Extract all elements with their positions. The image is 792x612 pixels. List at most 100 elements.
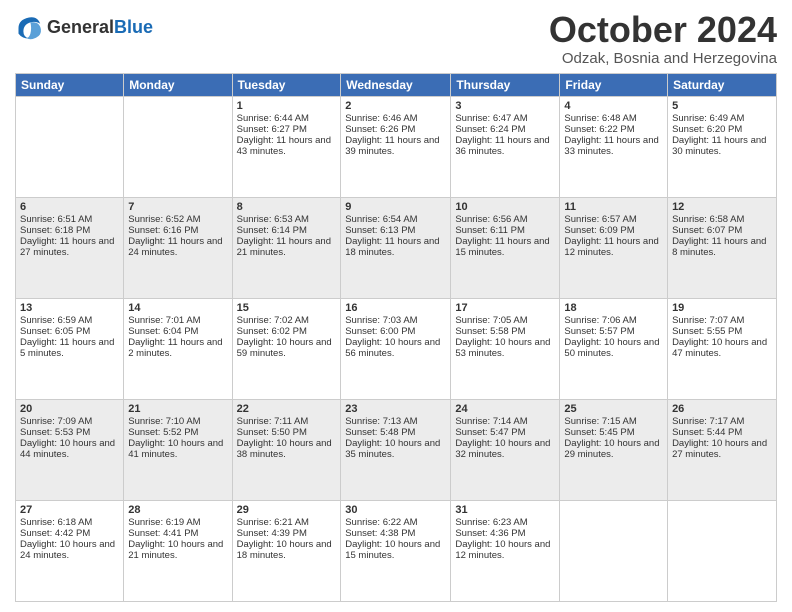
sunrise: Sunrise: 7:02 AM xyxy=(237,315,309,326)
sunrise: Sunrise: 6:56 AM xyxy=(455,214,527,225)
sunrise: Sunrise: 7:14 AM xyxy=(455,416,527,427)
calendar-cell: 9Sunrise: 6:54 AMSunset: 6:13 PMDaylight… xyxy=(341,197,451,298)
daylight: Daylight: 10 hours and 21 minutes. xyxy=(128,539,223,561)
day-number: 22 xyxy=(237,403,337,415)
calendar-cell: 5Sunrise: 6:49 AMSunset: 6:20 PMDaylight… xyxy=(668,96,777,197)
sunrise: Sunrise: 7:01 AM xyxy=(128,315,200,326)
day-number: 21 xyxy=(128,403,227,415)
daylight: Daylight: 10 hours and 32 minutes. xyxy=(455,438,550,460)
daylight: Daylight: 10 hours and 18 minutes. xyxy=(237,539,332,561)
day-number: 9 xyxy=(345,201,446,213)
daylight: Daylight: 11 hours and 8 minutes. xyxy=(672,236,766,258)
day-number: 1 xyxy=(237,100,337,112)
sunset: Sunset: 5:48 PM xyxy=(345,427,415,438)
col-wednesday: Wednesday xyxy=(341,73,451,96)
sunset: Sunset: 5:52 PM xyxy=(128,427,198,438)
sunset: Sunset: 6:05 PM xyxy=(20,326,90,337)
day-number: 25 xyxy=(564,403,663,415)
daylight: Daylight: 11 hours and 15 minutes. xyxy=(455,236,549,258)
daylight: Daylight: 10 hours and 27 minutes. xyxy=(672,438,767,460)
sunset: Sunset: 6:27 PM xyxy=(237,124,307,135)
calendar-week-1: 1Sunrise: 6:44 AMSunset: 6:27 PMDaylight… xyxy=(16,96,777,197)
calendar-cell: 25Sunrise: 7:15 AMSunset: 5:45 PMDayligh… xyxy=(560,399,668,500)
day-number: 7 xyxy=(128,201,227,213)
calendar-cell: 16Sunrise: 7:03 AMSunset: 6:00 PMDayligh… xyxy=(341,298,451,399)
sunset: Sunset: 6:04 PM xyxy=(128,326,198,337)
sunrise: Sunrise: 7:17 AM xyxy=(672,416,744,427)
daylight: Daylight: 10 hours and 53 minutes. xyxy=(455,337,550,359)
calendar-cell: 28Sunrise: 6:19 AMSunset: 4:41 PMDayligh… xyxy=(124,500,232,601)
day-number: 15 xyxy=(237,302,337,314)
col-tuesday: Tuesday xyxy=(232,73,341,96)
calendar-cell: 23Sunrise: 7:13 AMSunset: 5:48 PMDayligh… xyxy=(341,399,451,500)
sunrise: Sunrise: 6:47 AM xyxy=(455,113,527,124)
day-number: 18 xyxy=(564,302,663,314)
sunset: Sunset: 5:45 PM xyxy=(564,427,634,438)
sunrise: Sunrise: 6:19 AM xyxy=(128,517,200,528)
daylight: Daylight: 10 hours and 50 minutes. xyxy=(564,337,659,359)
sunset: Sunset: 5:44 PM xyxy=(672,427,742,438)
daylight: Daylight: 11 hours and 2 minutes. xyxy=(128,337,222,359)
day-number: 31 xyxy=(455,504,555,516)
calendar-cell: 29Sunrise: 6:21 AMSunset: 4:39 PMDayligh… xyxy=(232,500,341,601)
day-number: 13 xyxy=(20,302,119,314)
logo-icon xyxy=(15,14,43,42)
daylight: Daylight: 10 hours and 47 minutes. xyxy=(672,337,767,359)
daylight: Daylight: 10 hours and 29 minutes. xyxy=(564,438,659,460)
day-number: 20 xyxy=(20,403,119,415)
day-number: 19 xyxy=(672,302,772,314)
sunrise: Sunrise: 6:48 AM xyxy=(564,113,636,124)
day-number: 23 xyxy=(345,403,446,415)
daylight: Daylight: 10 hours and 15 minutes. xyxy=(345,539,440,561)
sunrise: Sunrise: 7:07 AM xyxy=(672,315,744,326)
col-friday: Friday xyxy=(560,73,668,96)
calendar-table: Sunday Monday Tuesday Wednesday Thursday… xyxy=(15,73,777,602)
sunset: Sunset: 6:11 PM xyxy=(455,225,525,236)
calendar-week-5: 27Sunrise: 6:18 AMSunset: 4:42 PMDayligh… xyxy=(16,500,777,601)
sunrise: Sunrise: 7:13 AM xyxy=(345,416,417,427)
calendar-cell: 8Sunrise: 6:53 AMSunset: 6:14 PMDaylight… xyxy=(232,197,341,298)
sunrise: Sunrise: 6:59 AM xyxy=(20,315,92,326)
col-saturday: Saturday xyxy=(668,73,777,96)
sunrise: Sunrise: 6:53 AM xyxy=(237,214,309,225)
sunrise: Sunrise: 6:51 AM xyxy=(20,214,92,225)
daylight: Daylight: 10 hours and 24 minutes. xyxy=(20,539,115,561)
calendar-cell: 4Sunrise: 6:48 AMSunset: 6:22 PMDaylight… xyxy=(560,96,668,197)
sunset: Sunset: 6:20 PM xyxy=(672,124,742,135)
calendar-cell: 7Sunrise: 6:52 AMSunset: 6:16 PMDaylight… xyxy=(124,197,232,298)
day-number: 10 xyxy=(455,201,555,213)
sunset: Sunset: 6:14 PM xyxy=(237,225,307,236)
logo-general: General xyxy=(47,17,114,37)
day-number: 24 xyxy=(455,403,555,415)
header-row: Sunday Monday Tuesday Wednesday Thursday… xyxy=(16,73,777,96)
day-number: 3 xyxy=(455,100,555,112)
col-monday: Monday xyxy=(124,73,232,96)
calendar-cell: 24Sunrise: 7:14 AMSunset: 5:47 PMDayligh… xyxy=(451,399,560,500)
calendar-cell: 27Sunrise: 6:18 AMSunset: 4:42 PMDayligh… xyxy=(16,500,124,601)
sunset: Sunset: 5:55 PM xyxy=(672,326,742,337)
daylight: Daylight: 11 hours and 43 minutes. xyxy=(237,135,331,157)
calendar-cell: 1Sunrise: 6:44 AMSunset: 6:27 PMDaylight… xyxy=(232,96,341,197)
sunset: Sunset: 5:47 PM xyxy=(455,427,525,438)
sunrise: Sunrise: 7:09 AM xyxy=(20,416,92,427)
sunrise: Sunrise: 7:03 AM xyxy=(345,315,417,326)
sunrise: Sunrise: 7:05 AM xyxy=(455,315,527,326)
day-number: 29 xyxy=(237,504,337,516)
sunrise: Sunrise: 7:15 AM xyxy=(564,416,636,427)
sunset: Sunset: 6:13 PM xyxy=(345,225,415,236)
day-number: 17 xyxy=(455,302,555,314)
daylight: Daylight: 11 hours and 27 minutes. xyxy=(20,236,114,258)
calendar-cell: 13Sunrise: 6:59 AMSunset: 6:05 PMDayligh… xyxy=(16,298,124,399)
sunrise: Sunrise: 6:57 AM xyxy=(564,214,636,225)
sunset: Sunset: 6:02 PM xyxy=(237,326,307,337)
calendar-cell: 30Sunrise: 6:22 AMSunset: 4:38 PMDayligh… xyxy=(341,500,451,601)
day-number: 28 xyxy=(128,504,227,516)
sunset: Sunset: 4:41 PM xyxy=(128,528,198,539)
sunset: Sunset: 6:26 PM xyxy=(345,124,415,135)
location-subtitle: Odzak, Bosnia and Herzegovina xyxy=(549,50,777,67)
day-number: 30 xyxy=(345,504,446,516)
day-number: 4 xyxy=(564,100,663,112)
sunrise: Sunrise: 6:21 AM xyxy=(237,517,309,528)
month-title: October 2024 xyxy=(549,10,777,50)
sunset: Sunset: 5:58 PM xyxy=(455,326,525,337)
